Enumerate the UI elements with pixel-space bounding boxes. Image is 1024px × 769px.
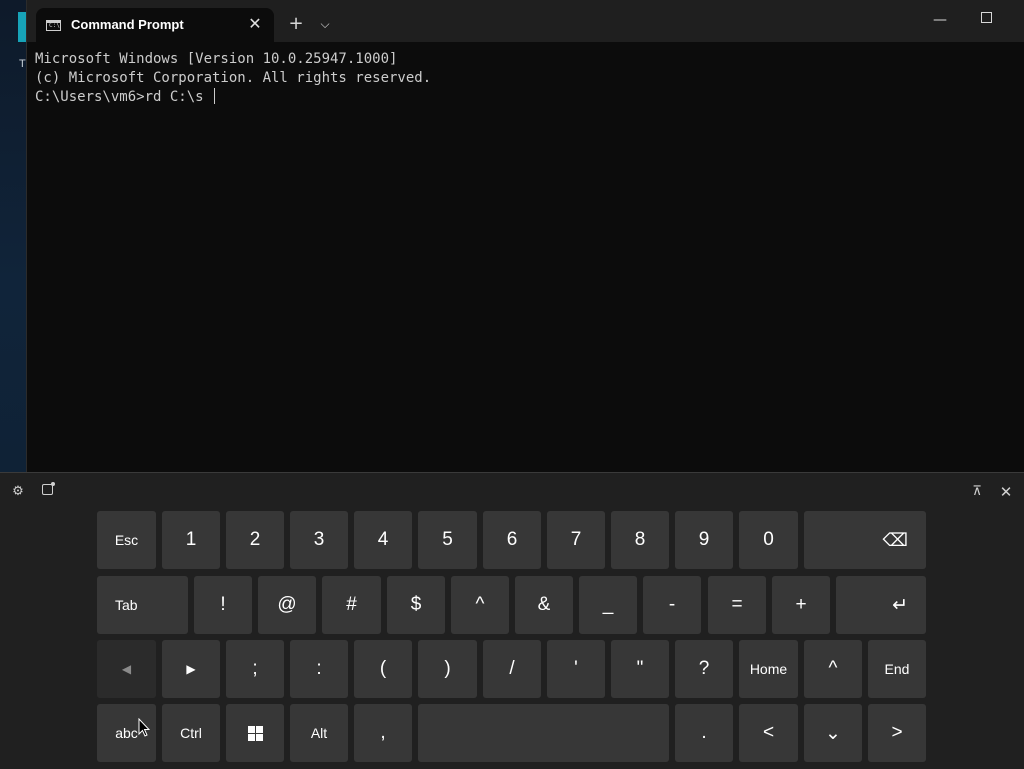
desktop-window-edge: [18, 12, 26, 42]
key-2[interactable]: 2: [226, 511, 284, 569]
key-exclamation[interactable]: !: [194, 576, 252, 634]
tab-command-prompt[interactable]: C:\ Command Prompt ✕: [36, 8, 274, 42]
key-9[interactable]: 9: [675, 511, 733, 569]
tab-dropdown-button[interactable]: ⌵: [315, 13, 335, 35]
key-space[interactable]: [418, 704, 669, 762]
key-colon[interactable]: :: [290, 640, 348, 698]
key-underscore[interactable]: _: [579, 576, 637, 634]
key-home[interactable]: Home: [739, 640, 798, 698]
desktop-background: T: [0, 0, 26, 472]
close-icon[interactable]: ✕: [997, 483, 1015, 501]
key-5[interactable]: 5: [418, 511, 477, 569]
key-equals[interactable]: =: [708, 576, 766, 634]
key-period[interactable]: .: [675, 704, 733, 762]
key-end[interactable]: End: [868, 640, 926, 698]
key-windows[interactable]: [226, 704, 284, 762]
console-line-prompt: C:\Users\vm6>rd C:\s: [35, 88, 1015, 107]
windows-logo-icon: [247, 725, 263, 741]
key-ampersand[interactable]: &: [515, 576, 573, 634]
key-7[interactable]: 7: [547, 511, 605, 569]
key-semicolon[interactable]: ;: [226, 640, 284, 698]
key-ctrl[interactable]: Ctrl: [162, 704, 220, 762]
text-cursor: [214, 88, 216, 104]
key-abc[interactable]: abc: [97, 704, 156, 762]
key-cursor-right[interactable]: ▶: [162, 640, 220, 698]
key-slash[interactable]: /: [483, 640, 541, 698]
key-open-paren[interactable]: (: [354, 640, 412, 698]
touch-keyboard[interactable]: ⚙ ⊼ ✕ Esc 1 2 3 4 5 6 7 8 9 0 ⌫ Tab ! @ …: [0, 472, 1024, 769]
console-line: (c) Microsoft Corporation. All rights re…: [35, 70, 432, 86]
key-arrow-up[interactable]: ^: [804, 640, 862, 698]
emoji-icon[interactable]: [38, 482, 56, 501]
key-6[interactable]: 6: [483, 511, 541, 569]
key-esc[interactable]: Esc: [97, 511, 156, 569]
key-minus[interactable]: -: [643, 576, 701, 634]
key-backspace[interactable]: ⌫: [804, 511, 926, 569]
tab-title: Command Prompt: [71, 17, 184, 32]
dock-icon[interactable]: ⊼: [968, 483, 986, 501]
maximize-button[interactable]: [971, 8, 1001, 32]
key-quote[interactable]: ": [611, 640, 669, 698]
key-0[interactable]: 0: [739, 511, 798, 569]
key-8[interactable]: 8: [611, 511, 669, 569]
key-3[interactable]: 3: [290, 511, 348, 569]
console-output[interactable]: Microsoft Windows [Version 10.0.25947.10…: [35, 50, 1015, 460]
tab-close-icon[interactable]: ✕: [245, 13, 265, 35]
console-line: Microsoft Windows [Version 10.0.25947.10…: [35, 51, 398, 67]
key-close-paren[interactable]: ): [418, 640, 477, 698]
key-enter[interactable]: ↵: [836, 576, 926, 634]
terminal-window[interactable]: C:\ Command Prompt ✕ + ⌵ — Microsoft Win…: [26, 0, 1024, 472]
key-at[interactable]: @: [258, 576, 316, 634]
key-alt[interactable]: Alt: [290, 704, 348, 762]
maximize-icon: [980, 12, 992, 23]
key-1[interactable]: 1: [162, 511, 220, 569]
key-tab[interactable]: Tab: [97, 576, 188, 634]
key-arrow-down[interactable]: ⌄: [804, 704, 862, 762]
key-arrow-left[interactable]: <: [739, 704, 798, 762]
prompt-command: C:\Users\vm6>rd C:\s: [35, 89, 213, 105]
key-plus[interactable]: +: [772, 576, 830, 634]
key-4[interactable]: 4: [354, 511, 412, 569]
key-cursor-left[interactable]: ◀: [97, 640, 156, 698]
key-dollar[interactable]: $: [387, 576, 445, 634]
new-tab-button[interactable]: +: [285, 13, 307, 35]
gear-icon[interactable]: ⚙: [9, 483, 27, 501]
key-comma[interactable]: ,: [354, 704, 412, 762]
key-arrow-right[interactable]: >: [868, 704, 926, 762]
command-prompt-icon: C:\: [46, 20, 61, 31]
key-question[interactable]: ?: [675, 640, 733, 698]
terminal-titlebar[interactable]: C:\ Command Prompt ✕ + ⌵ —: [27, 0, 1024, 42]
key-apostrophe[interactable]: ': [547, 640, 605, 698]
desktop-edge-text: T: [19, 58, 26, 70]
key-caret[interactable]: ^: [451, 576, 509, 634]
key-hash[interactable]: #: [322, 576, 381, 634]
minimize-button[interactable]: —: [925, 8, 955, 32]
